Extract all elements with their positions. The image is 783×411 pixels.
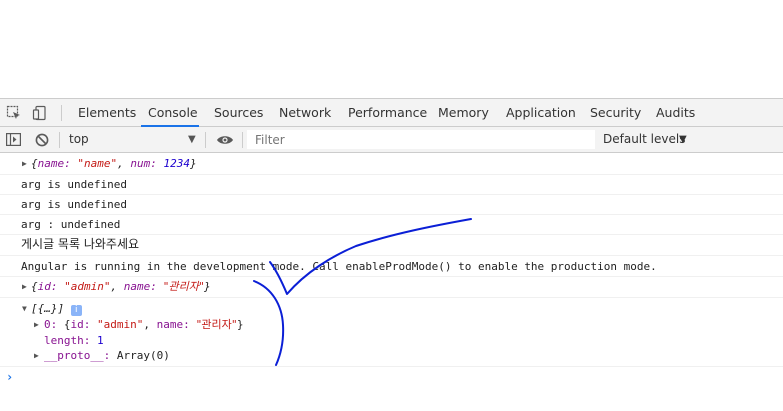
sidebar-toggle-icon[interactable] <box>4 127 22 152</box>
log-text: 게시글 목록 나와주세요 <box>21 237 140 251</box>
log-text: arg is undefined <box>21 178 127 191</box>
toolbar-divider <box>59 132 60 148</box>
inspect-element-icon[interactable] <box>4 99 24 127</box>
tab-elements[interactable]: Elements <box>78 99 136 127</box>
array-length: length: 1 <box>44 334 104 347</box>
tab-memory[interactable]: Memory <box>438 99 489 127</box>
array-proto[interactable]: __proto__: Array(0) <box>44 349 170 363</box>
tab-sources[interactable]: Sources <box>214 99 263 127</box>
expand-arrow-icon[interactable]: ▶ <box>34 349 39 363</box>
filter-input[interactable] <box>247 130 595 149</box>
console-message: 게시글 목록 나와주세요 <box>0 235 783 256</box>
console-message[interactable]: ▶ {name: "name", num: 1234} <box>0 153 783 175</box>
tab-console[interactable]: Console <box>148 99 198 127</box>
expand-arrow-icon[interactable]: ▶ <box>34 318 39 332</box>
toolbar-divider <box>242 132 243 148</box>
console-prompt-icon[interactable]: › <box>6 370 13 384</box>
toolbar-divider <box>205 132 206 148</box>
log-object: {id: "admin", name: "관리자"} <box>31 280 211 293</box>
array-item[interactable]: 0: {id: "admin", name: "관리자"} <box>44 318 243 332</box>
context-selector[interactable]: top <box>69 127 89 152</box>
tab-network[interactable]: Network <box>279 99 331 127</box>
collapse-arrow-icon[interactable]: ▼ <box>22 302 27 316</box>
log-levels-dropdown[interactable]: Default levels <box>603 127 685 152</box>
tab-security[interactable]: Security <box>590 99 641 127</box>
levels-dropdown-icon[interactable]: ▼ <box>679 127 687 152</box>
tab-application[interactable]: Application <box>506 99 576 127</box>
log-text: Angular is running in the development mo… <box>21 260 657 273</box>
context-dropdown-icon[interactable]: ▼ <box>188 127 196 152</box>
console-toolbar: top ▼ Default levels ▼ <box>0 127 783 153</box>
tab-audits[interactable]: Audits <box>656 99 695 127</box>
live-expression-eye-icon[interactable] <box>215 127 235 152</box>
log-array: [{…}] i <box>31 302 82 316</box>
console-message: arg : undefined <box>0 215 783 235</box>
console-message: Angular is running in the development mo… <box>0 256 783 277</box>
tab-performance[interactable]: Performance <box>348 99 427 127</box>
console-message[interactable]: ▶ {id: "admin", name: "관리자"} <box>0 277 783 298</box>
device-toolbar-icon[interactable] <box>30 99 50 127</box>
info-icon[interactable]: i <box>70 305 82 316</box>
console-message: arg is undefined <box>0 195 783 215</box>
expand-arrow-icon[interactable]: ▶ <box>22 157 27 171</box>
console-message[interactable]: ▼ [{…}] i ▶ 0: {id: "admin", name: "관리자"… <box>0 298 783 367</box>
console-message: arg is undefined <box>0 175 783 195</box>
log-text: arg is undefined <box>21 198 127 211</box>
devtools-tabbar: Elements Console Sources Network Perform… <box>0 98 783 127</box>
clear-console-icon[interactable] <box>33 127 51 152</box>
log-object: {name: "name", num: 1234} <box>31 157 197 170</box>
expand-arrow-icon[interactable]: ▶ <box>22 280 27 294</box>
log-text: arg : undefined <box>21 218 121 231</box>
toolbar-divider <box>61 105 62 121</box>
